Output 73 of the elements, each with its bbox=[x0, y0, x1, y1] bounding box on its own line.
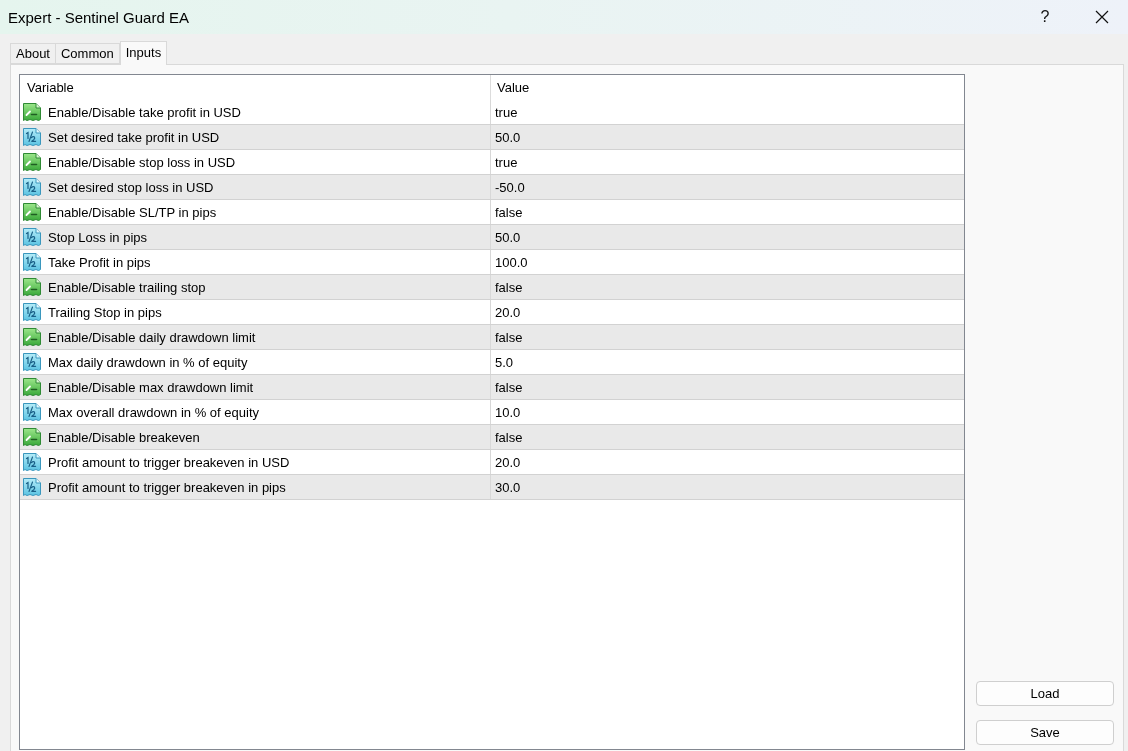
value-cell-text: 20.0 bbox=[494, 303, 522, 322]
fraction-icon bbox=[22, 252, 42, 272]
fraction-icon bbox=[22, 452, 42, 472]
switch-icon bbox=[22, 202, 42, 222]
switch-icon bbox=[22, 377, 42, 397]
variable-name: Trailing Stop in pips bbox=[48, 304, 162, 320]
window-title: Expert - Sentinel Guard EA bbox=[7, 8, 190, 26]
table-row[interactable]: Enable/Disable trailing stop false bbox=[20, 275, 964, 300]
table-row[interactable]: Max daily drawdown in % of equity 5.0 bbox=[20, 350, 964, 375]
fraction-icon bbox=[22, 402, 42, 422]
variable-name: Enable/Disable SL/TP in pips bbox=[48, 204, 217, 220]
value-cell-text: 50.0 bbox=[494, 128, 522, 147]
value-cell-text: 20.0 bbox=[494, 453, 522, 472]
fraction-icon bbox=[22, 127, 42, 147]
dialog-button[interactable]: Load bbox=[976, 681, 1114, 706]
column-header[interactable]: Value bbox=[491, 75, 964, 100]
table-row[interactable]: Enable/Disable breakeven false bbox=[20, 425, 964, 450]
value-cell-text: false bbox=[494, 203, 524, 222]
table-row[interactable]: Profit amount to trigger breakeven in pips 30.0 bbox=[20, 475, 964, 500]
switch-icon bbox=[22, 277, 42, 297]
table-row[interactable]: Stop Loss in pips 50.0 bbox=[20, 225, 964, 250]
fraction-icon bbox=[22, 227, 42, 247]
value-cell-text: false bbox=[494, 378, 524, 397]
variable-name: Max overall drawdown in % of equity bbox=[48, 404, 259, 420]
switch-icon bbox=[22, 427, 42, 447]
variable-name: Enable/Disable trailing stop bbox=[48, 279, 206, 295]
variable-name: Set desired take profit in USD bbox=[48, 129, 220, 145]
value-cell-text: 5.0 bbox=[494, 353, 515, 372]
value-cell-text: 100.0 bbox=[494, 253, 529, 272]
variable-name: Take Profit in pips bbox=[48, 254, 151, 270]
value-cell-text: 30.0 bbox=[494, 478, 522, 497]
table-row[interactable]: Enable/Disable stop loss in USD true bbox=[20, 150, 964, 175]
variable-name: Stop Loss in pips bbox=[48, 229, 147, 245]
value-cell-text: false bbox=[494, 428, 524, 447]
fraction-icon bbox=[22, 177, 42, 197]
dialog-button[interactable]: Save bbox=[976, 720, 1114, 745]
value-cell-text: 10.0 bbox=[494, 403, 522, 422]
value-cell-text: true bbox=[494, 153, 519, 172]
variable-name: Profit amount to trigger breakeven in pips bbox=[48, 479, 286, 495]
table-row[interactable]: Max overall drawdown in % of equity 10.0 bbox=[20, 400, 964, 425]
switch-icon bbox=[22, 102, 42, 122]
table-row[interactable]: Enable/Disable SL/TP in pips false bbox=[20, 200, 964, 225]
variable-name: Set desired stop loss in USD bbox=[48, 179, 214, 195]
table-row[interactable]: Enable/Disable daily drawdown limit false bbox=[20, 325, 964, 350]
value-cell-text: 50.0 bbox=[494, 228, 522, 247]
tab[interactable]: About bbox=[10, 43, 56, 64]
fraction-icon bbox=[22, 302, 42, 322]
fraction-icon bbox=[22, 477, 42, 497]
switch-icon bbox=[22, 327, 42, 347]
table-row[interactable]: Enable/Disable take profit in USD true bbox=[20, 100, 964, 125]
variable-name: Max daily drawdown in % of equity bbox=[48, 354, 248, 370]
tab[interactable]: Inputs bbox=[119, 41, 168, 65]
value-cell-text: false bbox=[494, 278, 524, 297]
value-cell-text: false bbox=[494, 328, 524, 347]
variable-name: Enable/Disable max drawdown limit bbox=[48, 379, 254, 395]
help-button[interactable]: ? bbox=[1019, 0, 1071, 34]
close-icon bbox=[1095, 10, 1109, 24]
variable-name: Enable/Disable take profit in USD bbox=[48, 104, 241, 120]
fraction-icon bbox=[22, 352, 42, 372]
tab[interactable]: Common bbox=[56, 43, 120, 64]
value-cell-text: true bbox=[494, 103, 519, 122]
table-row[interactable]: Trailing Stop in pips 20.0 bbox=[20, 300, 964, 325]
table-row[interactable]: Set desired stop loss in USD -50.0 bbox=[20, 175, 964, 200]
table-row[interactable]: Set desired take profit in USD 50.0 bbox=[20, 125, 964, 150]
table-row[interactable]: Enable/Disable max drawdown limit false bbox=[20, 375, 964, 400]
table-row[interactable]: Profit amount to trigger breakeven in USD 20.0 bbox=[20, 450, 964, 475]
value-cell-text: -50.0 bbox=[494, 178, 526, 197]
switch-icon bbox=[22, 152, 42, 172]
table-row[interactable]: Take Profit in pips 100.0 bbox=[20, 250, 964, 275]
variable-name: Profit amount to trigger breakeven in USD bbox=[48, 454, 290, 470]
variable-name: Enable/Disable breakeven bbox=[48, 429, 200, 445]
variable-name: Enable/Disable stop loss in USD bbox=[48, 154, 236, 170]
variable-name: Enable/Disable daily drawdown limit bbox=[48, 329, 256, 345]
